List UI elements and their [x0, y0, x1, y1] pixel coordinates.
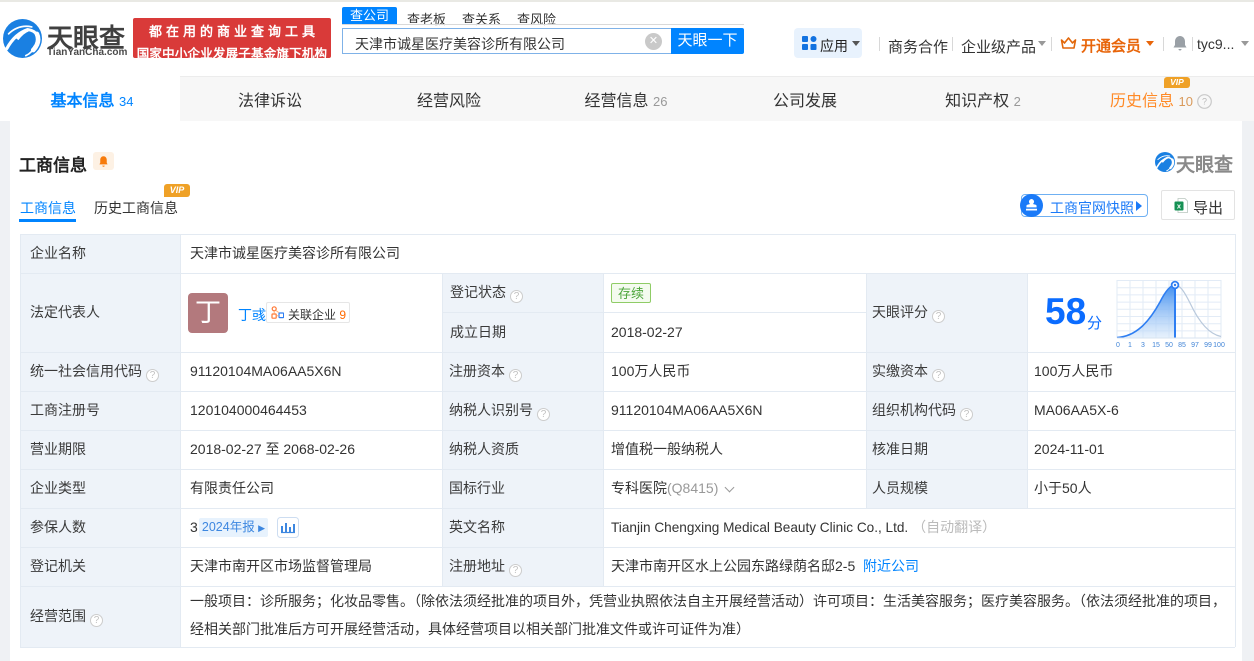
svg-text:100: 100: [1213, 342, 1225, 348]
svg-text:97: 97: [1191, 342, 1199, 348]
svg-text:3: 3: [1141, 342, 1145, 348]
svg-text:0: 0: [1116, 342, 1120, 348]
svg-text:1: 1: [1128, 342, 1132, 348]
svg-text:85: 85: [1178, 342, 1186, 348]
svg-text:?: ?: [1202, 97, 1207, 107]
svg-text:99: 99: [1204, 342, 1212, 348]
svg-text:50: 50: [1165, 342, 1173, 348]
svg-text:15: 15: [1152, 342, 1160, 348]
